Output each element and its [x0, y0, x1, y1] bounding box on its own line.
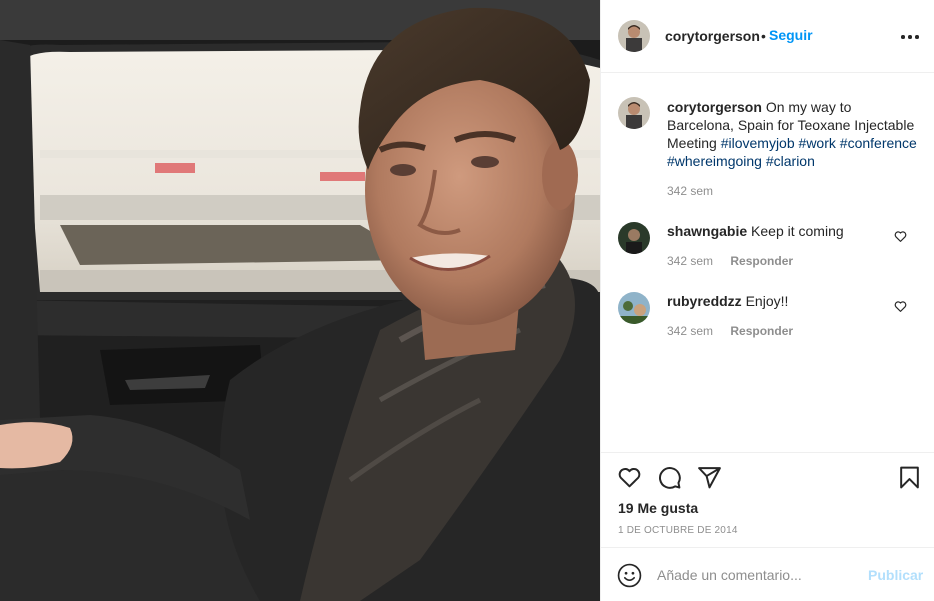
comment-body: Keep it coming: [751, 223, 844, 239]
post-photo-image: [0, 0, 600, 601]
avatar[interactable]: [618, 222, 650, 254]
avatar[interactable]: [618, 97, 650, 129]
comment-icon[interactable]: [657, 465, 682, 490]
comments-list: corytorgerson On my way to Barcelona, Sp…: [601, 74, 934, 452]
hashtag-link[interactable]: #conference: [840, 135, 917, 151]
avatar[interactable]: [618, 292, 650, 324]
caption-text: corytorgerson On my way to Barcelona, Sp…: [667, 98, 917, 170]
reply-button[interactable]: Responder: [730, 324, 793, 338]
like-comment-heart-icon[interactable]: [894, 300, 907, 313]
add-comment-bar: Publicar: [601, 547, 934, 601]
comment-text: shawngabie Keep it coming: [667, 223, 844, 239]
comment-body: Enjoy!!: [745, 293, 789, 309]
comment-meta: 342 sem Responder: [667, 254, 793, 268]
caption-username[interactable]: corytorgerson: [667, 99, 762, 115]
comment-input[interactable]: [657, 564, 857, 586]
post-actions: 19 Me gusta 1 DE OCTUBRE DE 2014: [601, 452, 934, 547]
emoji-icon[interactable]: [617, 563, 642, 588]
post-author-username[interactable]: corytorgerson: [665, 28, 760, 44]
reply-button[interactable]: Responder: [730, 254, 793, 268]
avatar[interactable]: [618, 20, 650, 52]
follow-button[interactable]: Seguir: [769, 27, 813, 43]
post-date[interactable]: 1 DE OCTUBRE DE 2014: [618, 525, 738, 536]
comment-item: rubyreddzz Enjoy!! 342 sem Responder: [618, 292, 918, 352]
hashtag-link[interactable]: #clarion: [766, 153, 815, 169]
comment-item: shawngabie Keep it coming 342 sem Respon…: [618, 222, 918, 282]
hashtag-link[interactable]: #whereimgoing: [667, 153, 762, 169]
heart-icon[interactable]: [617, 465, 642, 490]
bookmark-icon[interactable]: [897, 465, 922, 490]
hashtag-link[interactable]: #ilovemyjob: [721, 135, 795, 151]
comment-username[interactable]: rubyreddzz: [667, 293, 742, 309]
likes-count[interactable]: 19 Me gusta: [618, 500, 698, 516]
comment-text: rubyreddzz Enjoy!!: [667, 293, 788, 309]
comment-username[interactable]: shawngabie: [667, 223, 747, 239]
more-horizontal-icon[interactable]: [901, 30, 921, 44]
comment-timestamp[interactable]: 342 sem: [667, 254, 713, 268]
share-icon[interactable]: [697, 465, 722, 490]
post-photo[interactable]: [0, 0, 600, 601]
caption-timestamp[interactable]: 342 sem: [667, 184, 713, 198]
post-header: corytorgerson • Seguir: [601, 0, 934, 73]
hashtag-link[interactable]: #work: [799, 135, 836, 151]
separator-dot: •: [761, 28, 766, 44]
publish-button[interactable]: Publicar: [868, 567, 923, 583]
comment-timestamp[interactable]: 342 sem: [667, 324, 713, 338]
comment-meta: 342 sem Responder: [667, 324, 793, 338]
post-details-panel: corytorgerson • Seguir corytorgerson On …: [600, 0, 934, 601]
like-comment-heart-icon[interactable]: [894, 230, 907, 243]
